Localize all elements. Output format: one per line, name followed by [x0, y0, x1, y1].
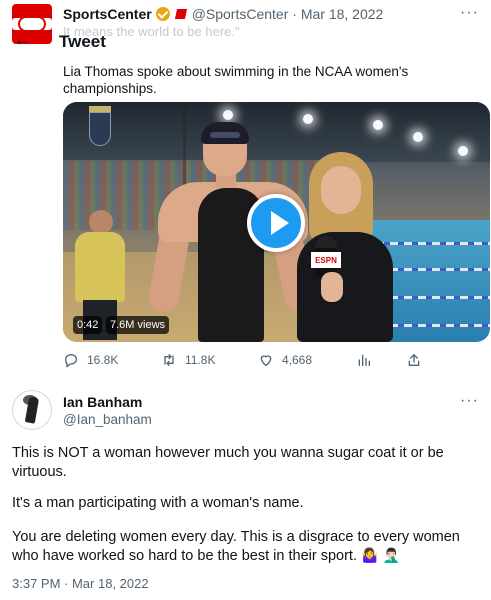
video-player[interactable]: ESPN 0:42 7.6M views	[63, 102, 490, 342]
arena-light	[413, 132, 423, 142]
video-views: 7.6M views	[106, 316, 170, 334]
back-arrow-icon[interactable]: ←	[14, 32, 30, 50]
heart-icon	[260, 355, 272, 366]
shrug-emoji: 🤷‍♀️	[361, 548, 379, 564]
reply-author-display-name[interactable]: Ian Banham	[63, 394, 142, 410]
reply-paragraph-2: It's a man participating with a woman's …	[12, 495, 304, 511]
more-options-icon[interactable]: ···	[460, 392, 479, 410]
tweet-action-bar: 16.8K 11.8K 4,668	[63, 352, 423, 372]
ian-banham-avatar[interactable]	[12, 390, 52, 430]
parent-tweet-author-row: SportsCenter @SportsCenter · Mar 18, 202…	[63, 6, 383, 22]
author-handle-date[interactable]: @SportsCenter · Mar 18, 2022	[192, 6, 384, 22]
parent-tweet[interactable]: SportsCenter @SportsCenter · Mar 18, 202…	[0, 0, 491, 372]
ncaa-banner	[89, 112, 111, 146]
play-icon[interactable]	[247, 194, 305, 252]
retweet-count: 11.8K	[185, 353, 216, 367]
author-display-name[interactable]: SportsCenter	[63, 6, 152, 22]
espn-logo-icon	[174, 9, 187, 19]
verified-badge-icon	[155, 7, 170, 21]
bar-chart-icon	[358, 354, 370, 366]
reply-timestamp[interactable]: 3:37 PM · Mar 18, 2022	[12, 576, 149, 591]
tweet-caption: Lia Thomas spoke about swimming in the N…	[63, 64, 409, 96]
reply-tweet[interactable]: Ian Banham @Ian_banham ··· This is NOT a…	[0, 380, 491, 600]
like-button[interactable]: 4,668	[258, 352, 312, 368]
retweet-button[interactable]: 11.8K	[161, 352, 215, 368]
microphone-flag: ESPN	[311, 252, 341, 268]
like-count: 4,668	[282, 353, 313, 367]
arena-light	[458, 146, 468, 156]
share-button[interactable]	[406, 352, 430, 368]
arena-light	[373, 120, 383, 130]
reply-paragraph-3: You are deleting women every day. This i…	[12, 528, 480, 566]
reply-icon	[65, 354, 77, 368]
reply-button[interactable]: 16.8K	[63, 352, 118, 368]
facepalm-emoji: 🤦🏻‍♂️	[382, 548, 400, 564]
share-icon	[408, 354, 420, 366]
page-title: Tweet	[59, 32, 106, 51]
reply-count: 16.8K	[87, 353, 119, 367]
more-options-icon[interactable]: ···	[460, 4, 479, 22]
reply-paragraph-1: This is NOT a woman however much you wan…	[12, 445, 444, 480]
video-duration: 0:42	[73, 316, 103, 334]
retweet-icon	[164, 354, 174, 366]
reply-author-handle[interactable]: @Ian_banham	[63, 412, 152, 427]
analytics-button[interactable]	[356, 352, 380, 368]
reporter-figure: ESPN	[285, 152, 405, 342]
arena-light	[223, 110, 233, 120]
